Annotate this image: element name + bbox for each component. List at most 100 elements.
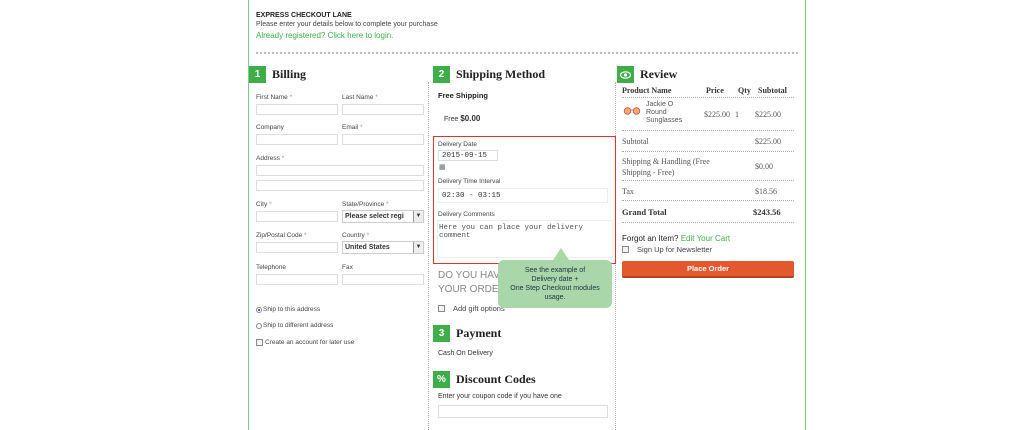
row-divider <box>622 130 794 131</box>
row-divider <box>622 151 794 152</box>
row-divider <box>622 222 794 223</box>
tooltip-line: Delivery date + <box>531 276 579 283</box>
city-input[interactable] <box>256 211 338 222</box>
shipping-handling-label: Shipping & Handling (Free Shipping - Fre… <box>622 157 710 177</box>
review-table-header: Product Name Price Qty Subtotal <box>622 86 794 95</box>
zip-input[interactable] <box>256 242 338 253</box>
radio-icon[interactable] <box>256 322 262 329</box>
radio-selected-icon[interactable] <box>256 306 262 313</box>
address-label: Address * <box>256 155 285 162</box>
login-link[interactable]: Already registered? Click here to login. <box>256 31 393 40</box>
telephone-input[interactable] <box>256 274 338 285</box>
step-number-badge: 2 <box>433 66 450 83</box>
column-divider <box>428 82 429 430</box>
gift-heading-line2: YOUR ORDER <box>438 284 506 295</box>
create-account-option[interactable]: Create an account for later use <box>256 339 354 346</box>
shipping-title: Shipping Method <box>456 67 546 81</box>
subtotal-label: Subtotal <box>622 137 649 146</box>
page-title: EXPRESS CHECKOUT LANE <box>256 12 352 19</box>
row-divider <box>622 97 794 98</box>
checkbox-icon[interactable] <box>256 339 263 346</box>
row-divider <box>622 180 794 181</box>
product-qty: 1 <box>735 110 739 119</box>
grand-total-value: $243.56 <box>753 207 781 217</box>
product-price: $225.00 <box>704 110 730 119</box>
address-line2-input[interactable] <box>256 180 424 191</box>
product-name[interactable]: Jackie O Round Sunglasses <box>646 101 682 125</box>
ship-different-address-option[interactable]: Ship to different address <box>256 322 333 329</box>
delivery-comments-label: Delivery Comments <box>438 211 495 218</box>
sunglasses-thumbnail <box>623 107 641 115</box>
billing-title: Billing <box>272 67 307 81</box>
row-divider <box>622 200 794 201</box>
telephone-label: Telephone <box>256 264 286 271</box>
step-number-badge: 3 <box>433 325 450 342</box>
first-name-label: First Name * <box>256 94 293 101</box>
tax-label: Tax <box>622 187 634 196</box>
place-order-button[interactable]: Place Order <box>622 261 794 278</box>
edit-cart-link[interactable]: Edit Your Cart <box>681 234 730 243</box>
last-name-label: Last Name * <box>342 94 378 101</box>
discount-header: % Discount Codes <box>433 371 536 388</box>
chevron-down-icon: ▼ <box>413 211 423 222</box>
billing-header: 1 Billing <box>249 66 306 83</box>
col-qty: Qty <box>738 86 751 95</box>
first-name-input[interactable] <box>256 104 338 115</box>
gift-options-option[interactable]: Add gift options <box>438 304 505 313</box>
shipping-method-name: Free Shipping <box>438 91 489 100</box>
percent-icon: % <box>433 371 450 388</box>
payment-method[interactable]: Cash On Delivery <box>438 350 493 357</box>
review-header: Review <box>617 66 677 83</box>
last-name-input[interactable] <box>342 104 424 115</box>
coupon-code-input[interactable] <box>438 405 608 418</box>
state-label: State/Province * <box>342 201 389 208</box>
country-select[interactable]: United States ▼ <box>342 241 424 254</box>
delivery-comments-textarea[interactable]: Here you can place your delivery comment <box>437 220 613 258</box>
col-subtotal: Subtotal <box>758 86 787 95</box>
delivery-date-input[interactable]: 2015-09-15 <box>438 150 498 161</box>
city-label: City * <box>256 201 272 208</box>
free-shipping-rate[interactable]: Free $0.00 <box>444 114 480 123</box>
subtotal-value: $225.00 <box>755 137 781 146</box>
step-number-badge: 1 <box>249 66 266 83</box>
delivery-time-select[interactable]: 02:30 - 03:15 <box>438 188 608 203</box>
address-line1-input[interactable] <box>256 165 424 176</box>
delivery-date-label: Delivery Date <box>438 141 478 148</box>
payment-header: 3 Payment <box>433 325 501 342</box>
tooltip-line: See the example of <box>524 267 586 274</box>
checkbox-icon[interactable] <box>622 246 629 253</box>
ship-this-address-option[interactable]: Ship to this address <box>256 306 320 313</box>
grand-total-label: Grand Total <box>622 207 667 217</box>
discount-prompt: Enter your coupon code if you have one <box>438 393 562 400</box>
gift-heading-line1: DO YOU HAV <box>438 270 500 281</box>
payment-title: Payment <box>456 326 502 340</box>
email-input[interactable] <box>342 134 424 145</box>
tooltip-line: usage. <box>544 294 566 301</box>
col-product-name: Product Name <box>622 86 672 95</box>
discount-title: Discount Codes <box>456 372 536 386</box>
newsletter-option[interactable]: Sign Up for Newsletter <box>622 245 712 254</box>
checkbox-icon[interactable] <box>438 305 445 312</box>
eye-icon <box>617 66 634 83</box>
company-label: Company <box>256 124 284 131</box>
email-label: Email * <box>342 124 363 131</box>
shipping-handling-value: $0.00 <box>755 162 773 171</box>
tax-value: $18.56 <box>755 187 777 196</box>
company-input[interactable] <box>256 134 338 145</box>
state-select[interactable]: Please select regi ▼ <box>342 210 424 223</box>
calendar-icon[interactable]: ▦ <box>439 163 446 171</box>
delivery-time-label: Delivery Time Interval <box>438 178 501 185</box>
col-price: Price <box>706 86 724 95</box>
zip-label: Zip/Postal Code * <box>256 232 307 239</box>
fax-input[interactable] <box>342 274 424 285</box>
country-label: Country * <box>342 232 370 239</box>
product-subtotal: $225.00 <box>755 110 781 119</box>
chevron-down-icon: ▼ <box>413 242 423 253</box>
forgot-item-text: Forgot an Item? Edit Your Cart <box>622 234 731 243</box>
header-divider <box>256 52 798 54</box>
tooltip-pointer <box>553 248 569 260</box>
shipping-header: 2 Shipping Method <box>433 66 545 83</box>
review-title: Review <box>640 67 678 81</box>
delivery-tooltip: See the example of Delivery date + One S… <box>498 260 612 308</box>
page-subtitle: Please enter your details below to compl… <box>256 21 438 28</box>
